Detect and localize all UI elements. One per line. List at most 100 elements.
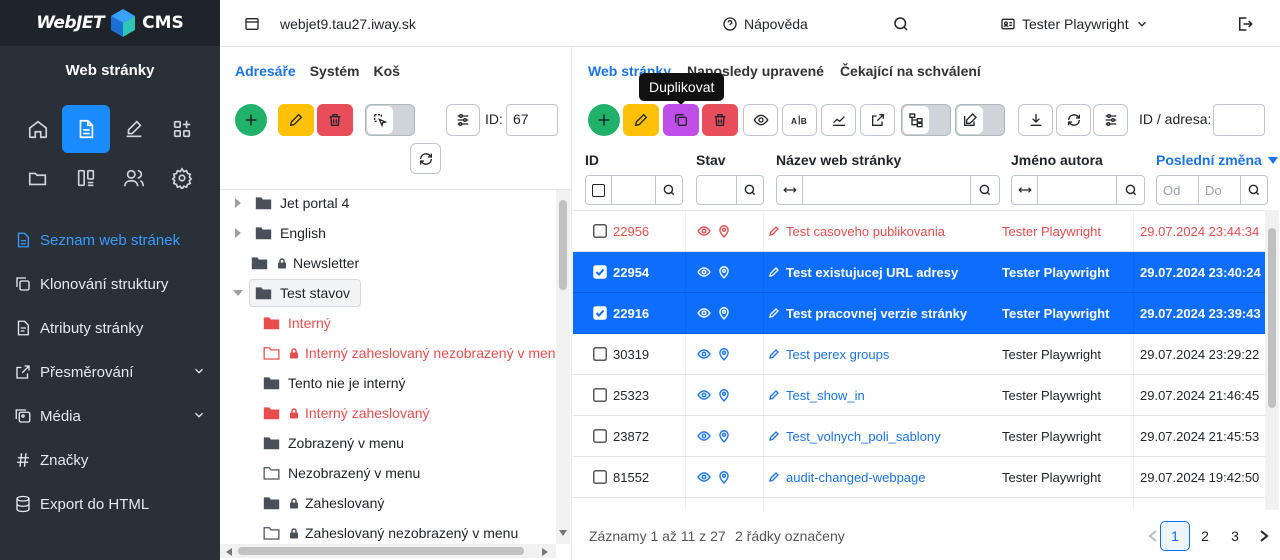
author-filter-mode[interactable] [1012, 176, 1038, 204]
select-toggle-button[interactable] [365, 104, 415, 136]
tree-item-interny-zaheslovany-nezobrazeny[interactable]: Interný zaheslovaný nezobrazený v menu [263, 338, 563, 368]
author-filter-input[interactable] [1038, 176, 1117, 204]
nav-media[interactable]: Média [0, 398, 220, 434]
row-title-link[interactable]: Test existujucej URL adresy [768, 252, 958, 292]
tree-item-zaheslovany[interactable]: Zaheslovaný [263, 488, 384, 518]
tree-item-test-stavov[interactable]: Test stavov [233, 278, 362, 308]
row-checkbox[interactable] [593, 334, 607, 374]
id-address-input[interactable] [1213, 104, 1265, 136]
add-folder-button[interactable] [235, 104, 267, 136]
table-row[interactable]: 22956 Test casoveho publikovania Tester Pl… [573, 211, 1279, 252]
id-filter-search[interactable] [656, 183, 682, 197]
row-checkbox[interactable] [593, 375, 607, 415]
select-all-checkbox[interactable] [586, 176, 612, 204]
tree-horizontal-scrollbar[interactable] [220, 544, 556, 558]
tree-item-interny-zaheslovany[interactable]: Interný zaheslovaný [263, 398, 430, 428]
row-title-link[interactable]: Test casoveho publikovania [768, 211, 945, 251]
edit-folder-button[interactable] [278, 104, 314, 136]
open-page-button[interactable] [860, 104, 895, 136]
logout-button[interactable] [1236, 0, 1254, 47]
table-row[interactable]: 23872 Test_volnych_poli_sablony Tester Pla… [573, 416, 1279, 457]
delete-folder-button[interactable] [317, 104, 353, 136]
refresh-table-button[interactable] [1056, 104, 1091, 136]
tree-item-interny[interactable]: Interný [263, 308, 331, 338]
nav-klonovani-struktury[interactable]: Klonování struktury [0, 266, 220, 302]
ab-test-button[interactable]: AB [782, 104, 817, 136]
edit-page-button[interactable] [623, 104, 659, 136]
duplicate-page-button[interactable] [663, 104, 699, 136]
table-row[interactable]: 22954 Test existujucej URL adresy Tester P… [573, 252, 1279, 293]
files-button[interactable] [14, 154, 62, 202]
preview-button[interactable] [743, 104, 778, 136]
column-header-status[interactable]: Stav [696, 152, 726, 168]
nav-export-do-html[interactable]: Export do HTML [0, 486, 220, 522]
table-vertical-scrollbar[interactable] [1265, 210, 1279, 510]
table-row[interactable]: 25323 Test_show_in Tester Playwright 29.07.… [573, 375, 1279, 416]
row-checkbox[interactable] [593, 457, 607, 497]
row-title-link[interactable]: Test_volnych_poli_sablony [768, 416, 941, 456]
status-filter-search[interactable] [737, 183, 763, 197]
row-checkbox[interactable] [593, 293, 607, 333]
table-row[interactable]: 22916 Test pracovnej verzie stránky Tester… [573, 293, 1279, 334]
table-row[interactable]: 81552 audit-changed-webpage Tester Playwri… [573, 457, 1279, 498]
row-title-link[interactable]: Test pracovnej verzie stránky [768, 293, 967, 333]
tree-item-tento-nie-je-interny[interactable]: Tento nie je interný [263, 368, 406, 398]
column-header-title[interactable]: Název web stránky [776, 152, 901, 168]
date-filter-search[interactable] [1241, 183, 1267, 197]
tree-view-toggle[interactable] [901, 104, 951, 136]
search-button[interactable] [892, 0, 910, 47]
tree-vertical-scrollbar[interactable] [556, 190, 570, 544]
nav-znacky[interactable]: Značky [0, 442, 220, 478]
date-from-input[interactable]: Od [1157, 176, 1199, 204]
domain-selector[interactable]: webjet9.tau27.iway.sk [244, 0, 416, 47]
row-checkbox[interactable] [593, 252, 607, 292]
page-3-button[interactable]: 3 [1220, 521, 1250, 551]
tree-item-zobrazeny-v-menu[interactable]: Zobrazený v menu [263, 428, 404, 458]
tree-settings-button[interactable] [446, 104, 480, 136]
title-filter-search[interactable] [971, 183, 999, 197]
author-filter-search[interactable] [1117, 183, 1144, 197]
home-button[interactable] [14, 105, 62, 153]
tree-item-english[interactable]: English [233, 218, 326, 248]
tab-kos[interactable]: Koš [374, 63, 400, 79]
row-title-link[interactable]: audit-changed-webpage [768, 457, 926, 497]
apps-button[interactable] [158, 105, 206, 153]
column-header-author[interactable]: Jméno autora [1011, 152, 1103, 168]
inline-edit-toggle[interactable] [955, 104, 1005, 136]
date-to-input[interactable]: Do [1199, 176, 1241, 204]
tab-cekajici-na-schvaleni[interactable]: Čekající na schválení [840, 63, 981, 79]
nav-seznam-web-stranek[interactable]: Seznam web stránek [0, 222, 220, 258]
statistics-button[interactable] [821, 104, 856, 136]
add-page-button[interactable] [588, 104, 620, 136]
templates-button[interactable] [62, 154, 110, 202]
row-title-link[interactable]: Test perex groups [768, 334, 889, 374]
app-logo[interactable]: WebJET CMS [0, 0, 220, 46]
id-filter-input[interactable] [612, 176, 656, 204]
nav-presmerovani[interactable]: Přesměrování [0, 354, 220, 390]
folder-id-input[interactable]: 67 [506, 104, 558, 136]
edit-button[interactable] [110, 105, 158, 153]
tab-system[interactable]: Systém [310, 63, 360, 79]
web-pages-button[interactable] [62, 105, 110, 153]
title-filter-input[interactable] [803, 176, 971, 204]
user-menu[interactable]: Tester Playwright [1000, 0, 1149, 47]
tree-item-nezobrazeny-v-menu[interactable]: Nezobrazený v menu [263, 458, 420, 488]
nav-atributy-stranky[interactable]: Atributy stránky [0, 310, 220, 346]
tree-item-newsletter[interactable]: Newsletter [251, 248, 359, 278]
help-link[interactable]: Nápověda [722, 0, 808, 47]
page-2-button[interactable]: 2 [1190, 521, 1220, 551]
row-checkbox[interactable] [593, 211, 607, 251]
title-filter-mode[interactable] [777, 176, 803, 204]
users-button[interactable] [110, 154, 158, 202]
tab-adresare[interactable]: Adresáře [235, 63, 296, 79]
export-button[interactable] [1018, 104, 1053, 136]
tree-item-jet-portal[interactable]: Jet portal 4 [233, 188, 349, 218]
row-title-link[interactable]: Test_show_in [768, 375, 865, 415]
column-header-modified[interactable]: Poslední změna [1156, 152, 1278, 168]
delete-page-button[interactable] [702, 104, 738, 136]
status-filter-input[interactable] [697, 176, 737, 204]
table-row[interactable]: 30319 Test perex groups Tester Playwright 2… [573, 334, 1279, 375]
next-page-button[interactable] [1249, 521, 1279, 551]
settings-button[interactable] [158, 154, 206, 202]
row-checkbox[interactable] [593, 416, 607, 456]
